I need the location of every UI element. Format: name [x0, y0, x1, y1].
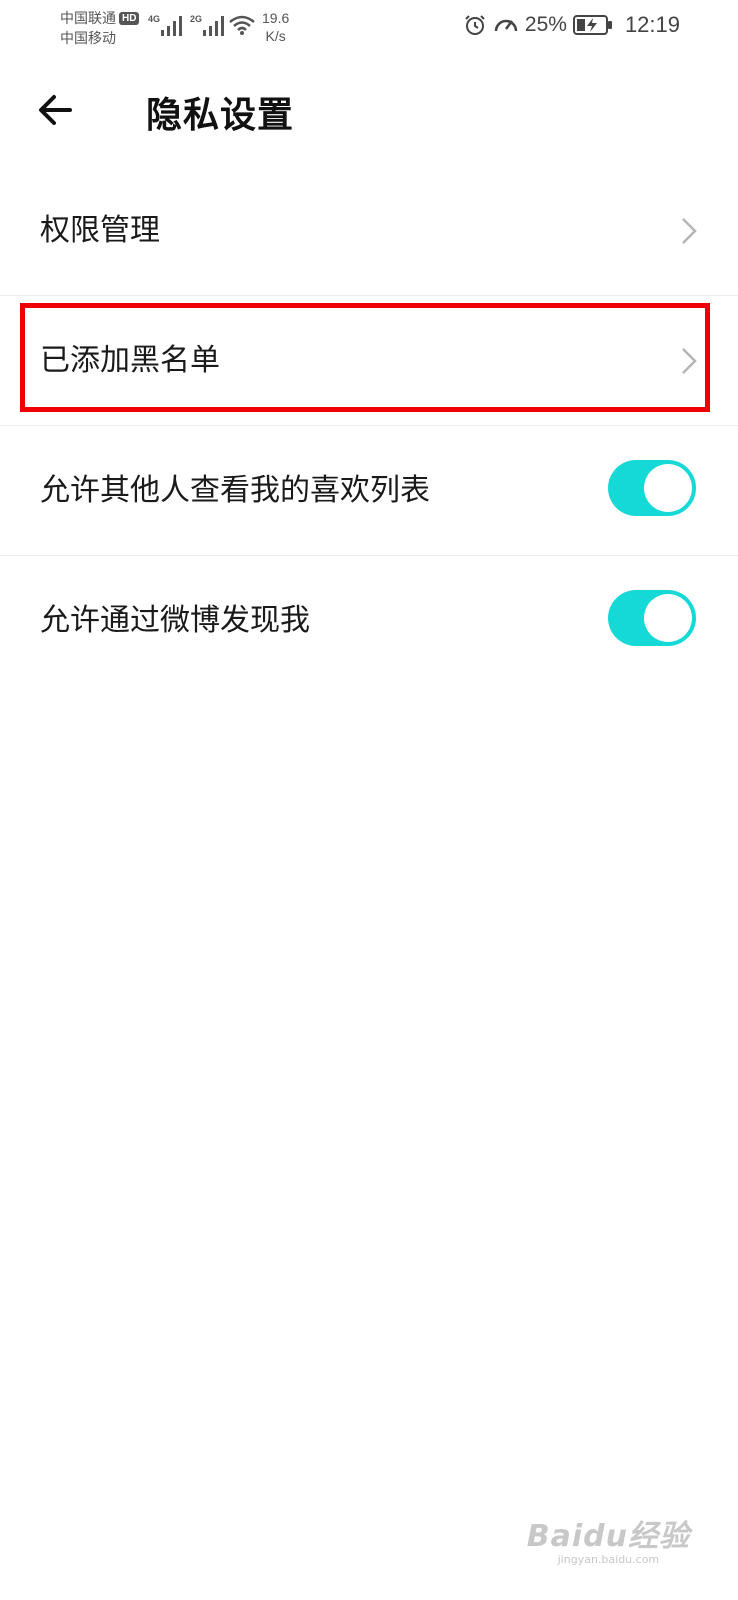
allow-view-likes-toggle[interactable] — [608, 460, 696, 516]
battery-charging-icon — [572, 15, 612, 35]
carrier-info: 中国联通 HD 中国移动 — [60, 8, 140, 48]
watermark-logo: Baidu经验 — [526, 1519, 690, 1554]
signal-icon — [203, 16, 224, 36]
setting-label: 允许通过微博发现我 — [40, 603, 310, 638]
setting-allow-weibo-discover: 允许通过微博发现我 — [0, 556, 738, 685]
carrier-1-name: 中国联通 — [60, 10, 116, 26]
sim1-network-type: 4G — [148, 14, 161, 24]
battery-percent: 25% — [524, 13, 567, 36]
toggle-knob — [644, 464, 692, 512]
status-right: 25% 12:19 — [463, 12, 680, 38]
allow-weibo-discover-toggle[interactable] — [608, 590, 696, 646]
alarm-icon — [465, 15, 485, 35]
setting-allow-view-likes: 允许其他人查看我的喜欢列表 — [0, 426, 738, 556]
chevron-right-icon — [682, 348, 697, 374]
back-button[interactable] — [32, 86, 80, 134]
carrier-2-name: 中国移动 — [60, 30, 116, 46]
wifi-icon — [229, 15, 255, 35]
chevron-right-icon — [682, 218, 697, 244]
page-title: 隐私设置 — [146, 95, 295, 136]
setting-label: 允许其他人查看我的喜欢列表 — [40, 473, 430, 508]
app-header: 隐私设置 — [0, 56, 738, 166]
arrow-left-icon — [39, 95, 72, 125]
network-speed: 19.6 K/s — [262, 9, 289, 45]
clock: 12:19 — [624, 12, 680, 37]
toggle-knob — [644, 594, 692, 642]
settings-list: 权限管理 已添加黑名单 允许其他人查看我的喜欢列表 允许通过微博发现我 — [0, 166, 738, 685]
network-speed-value: 19.6 — [262, 10, 290, 26]
hd-badge: HD — [119, 12, 140, 25]
sim2-network-type: 2G — [190, 14, 203, 24]
setting-permission-management[interactable]: 权限管理 — [0, 166, 738, 296]
network-speed-unit: K/s — [265, 28, 286, 44]
speed-boost-icon — [494, 19, 518, 32]
baidu-jingyan-watermark: Baidu经验 jingyan.baidu.com — [527, 1511, 690, 1566]
signal-icon — [161, 16, 182, 36]
status-bar: 中国联通 HD 中国移动 4G 2G 19.6 K/s 25% 12:19 — [0, 0, 738, 56]
setting-blacklist[interactable]: 已添加黑名单 — [0, 296, 738, 426]
setting-label: 已添加黑名单 — [40, 343, 220, 378]
setting-label: 权限管理 — [40, 213, 160, 248]
